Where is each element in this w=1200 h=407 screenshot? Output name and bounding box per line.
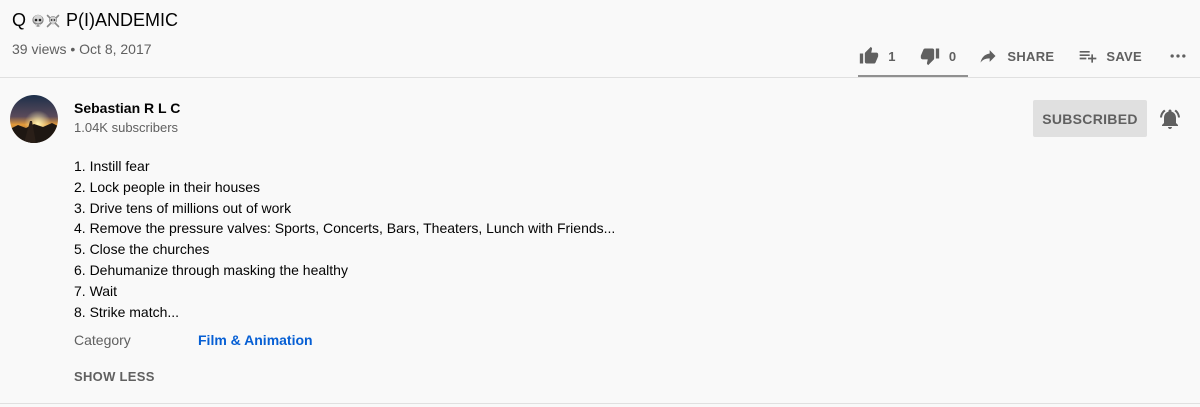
notification-bell-button[interactable] <box>1158 107 1182 131</box>
skull-icon <box>31 10 45 27</box>
subscriber-count: 1.04K subscribers <box>74 120 179 135</box>
description-line: 2. Lock people in their houses <box>74 178 261 195</box>
like-button[interactable]: 1 <box>851 38 904 74</box>
divider-bottom <box>0 403 1200 404</box>
share-label: SHARE <box>1007 48 1055 64</box>
description-line: 7. Wait <box>74 282 118 299</box>
video-title-main: P(I)ANDEMIC <box>66 10 179 30</box>
video-meta: 39 views • Oct 8, 2017 <box>12 41 152 57</box>
more-actions-button[interactable] <box>1166 38 1190 74</box>
video-title: Q P(I)ANDEMIC <box>12 8 178 32</box>
show-less-button[interactable]: SHOW LESS <box>74 369 155 384</box>
description-line: 8. Strike match... <box>74 303 180 320</box>
channel-name[interactable]: Sebastian R L C <box>74 100 180 116</box>
category-link[interactable]: Film & Animation <box>198 332 313 348</box>
share-button[interactable]: SHARE <box>978 38 1054 74</box>
playlist-add-icon <box>1080 51 1097 63</box>
subscribe-button[interactable]: SUBSCRIBED <box>1033 100 1147 137</box>
thumb-up-icon <box>860 46 879 64</box>
more-horiz-icon <box>1170 54 1186 58</box>
channel-avatar[interactable] <box>10 95 58 143</box>
like-count: 1 <box>888 48 896 64</box>
notification-bell-icon <box>1160 109 1180 129</box>
description-line: 5. Close the churches <box>74 241 210 258</box>
video-actions: 1 0 SHARE SAVE <box>851 38 1190 74</box>
dislike-count: 0 <box>948 48 957 64</box>
view-count: 39 views <box>12 41 67 57</box>
video-info-panel: Q P(I)ANDEMIC 39 views • Oct 8, 2017 1 0… <box>0 0 1200 407</box>
share-arrow-icon <box>980 50 996 63</box>
video-description: 1. Instill fear 2. Lock people in their … <box>74 156 615 322</box>
skull-crossbones-icon <box>46 10 60 28</box>
video-title-prefix: Q <box>12 10 32 30</box>
publish-date: Oct 8, 2017 <box>79 41 152 57</box>
divider-top <box>0 77 1200 78</box>
save-label: SAVE <box>1106 48 1142 64</box>
save-button[interactable]: SAVE <box>1078 38 1142 74</box>
description-line: 4. Remove the pressure valves: Sports, C… <box>74 220 616 237</box>
category-label: Category <box>74 332 131 348</box>
description-line: 3. Drive tens of millions out of work <box>74 199 292 216</box>
description-line: 6. Dehumanize through masking the health… <box>74 261 348 278</box>
description-line: 1. Instill fear <box>74 158 150 174</box>
dislike-button[interactable]: 0 <box>912 38 965 74</box>
thumb-down-icon <box>920 48 939 66</box>
meta-separator: • <box>70 41 76 57</box>
